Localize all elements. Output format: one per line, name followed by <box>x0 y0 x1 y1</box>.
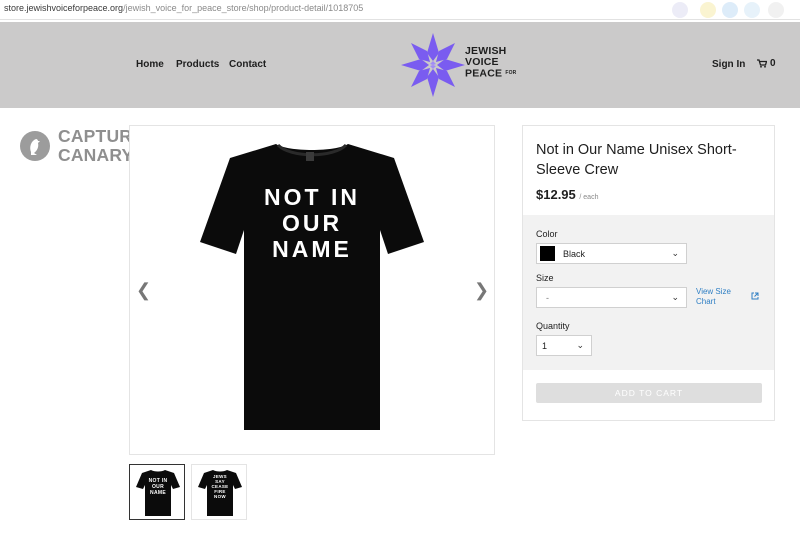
chevron-down-icon: ⌄ <box>671 292 679 302</box>
extension-icon[interactable] <box>744 2 760 18</box>
product-image-gallery: ❮ ❯ NOT IN OUR NAME <box>129 125 495 455</box>
external-link-icon[interactable] <box>751 292 759 300</box>
cart-button[interactable]: 0 <box>757 58 776 69</box>
product-price: $12.95 / each <box>536 187 599 202</box>
tshirt-image <box>200 143 424 430</box>
extension-icon[interactable] <box>722 2 738 18</box>
prev-image-arrow-icon[interactable]: ❮ <box>136 280 151 300</box>
nav-home-link[interactable]: Home <box>136 59 164 70</box>
shirt-print-text: NOT IN OUR NAME <box>264 184 360 262</box>
product-title: Not in Our Name Unisex Short-Sleeve Crew <box>536 142 737 178</box>
chevron-down-icon: ⌄ <box>671 248 679 258</box>
thumbnail-1[interactable]: NOT IN OUR NAME <box>129 464 185 520</box>
extension-icon[interactable] <box>768 2 784 18</box>
size-label: Size <box>536 273 554 283</box>
color-label: Color <box>536 229 558 239</box>
product-options: Color Black ⌄ Size - ⌄ View Size Chart Q… <box>523 215 774 370</box>
extension-icon[interactable] <box>700 2 716 18</box>
color-select[interactable]: Black ⌄ <box>536 243 687 264</box>
bird-icon <box>20 131 50 161</box>
extension-icon[interactable] <box>672 2 688 18</box>
logo-wordmark[interactable]: JEWISH VOICE PEACE FOR <box>465 46 516 79</box>
add-to-cart-button[interactable]: ADD TO CART <box>536 383 762 403</box>
browser-url-bar[interactable]: store.jewishvoiceforpeace.org/jewish_voi… <box>0 0 800 20</box>
color-swatch <box>540 246 555 261</box>
view-size-chart-link[interactable]: View Size Chart <box>696 287 746 307</box>
quantity-label: Quantity <box>536 321 570 331</box>
product-detail-panel: Not in Our Name Unisex Short-Sleeve Crew… <box>522 125 775 421</box>
size-select[interactable]: - ⌄ <box>536 287 687 308</box>
chevron-down-icon: ⌄ <box>576 340 584 350</box>
sign-in-link[interactable]: Sign In <box>712 59 745 70</box>
next-image-arrow-icon[interactable]: ❯ <box>474 280 489 300</box>
nav-contact-link[interactable]: Contact <box>229 59 266 70</box>
quantity-select[interactable]: 1 ⌄ <box>536 335 592 356</box>
cart-count: 0 <box>770 58 776 69</box>
cart-icon <box>757 59 767 68</box>
nav-products-link[interactable]: Products <box>176 59 219 70</box>
url-text[interactable]: store.jewishvoiceforpeace.org/jewish_voi… <box>4 3 363 13</box>
site-header: Home Products Contact JEWISH VOICE PEACE… <box>0 22 800 108</box>
thumbnail-2[interactable]: JEWS SAY CEASE FIRE NOW <box>191 464 247 520</box>
